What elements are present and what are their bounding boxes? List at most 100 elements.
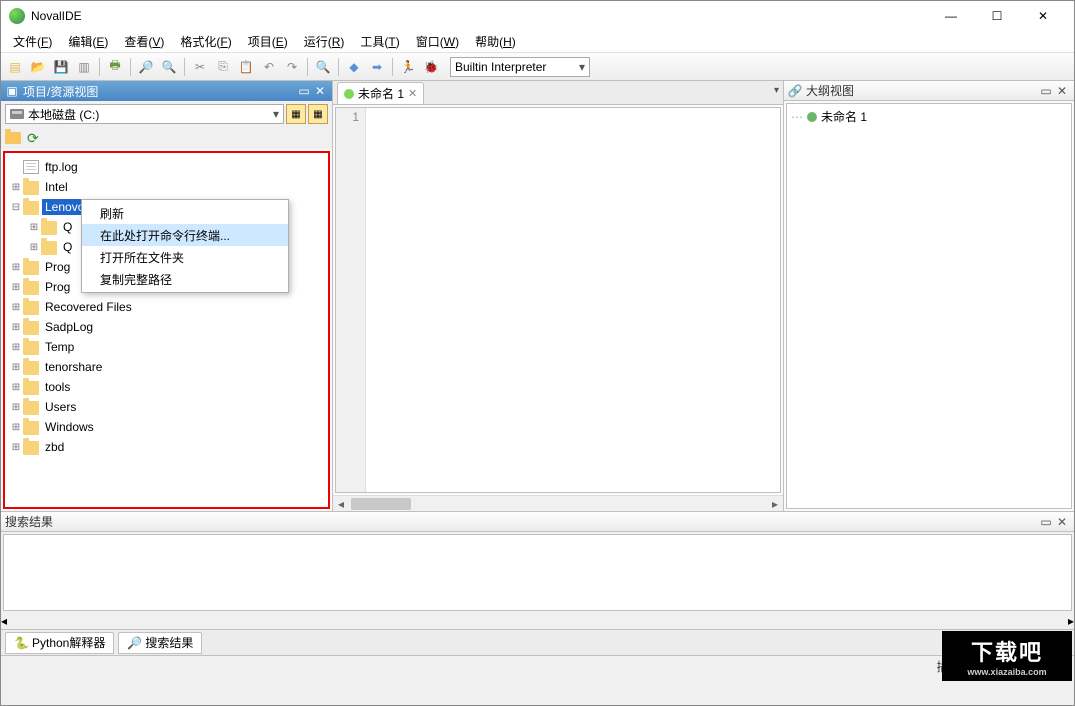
tree-item[interactable]: ⊞ tenorshare — [5, 357, 328, 377]
scroll-right-icon[interactable]: ▸ — [1068, 614, 1074, 628]
menu-窗口[interactable]: 窗口(W) — [408, 31, 467, 52]
expand-icon[interactable]: ⊞ — [9, 442, 23, 453]
bottom-tab[interactable]: 🔎搜索结果 — [118, 632, 202, 654]
expand-icon[interactable]: ⊞ — [9, 322, 23, 333]
nav-back-icon[interactable]: ◆ — [344, 57, 364, 77]
run-icon[interactable]: 🏃 — [398, 57, 418, 77]
open-file-icon[interactable]: 📂 — [28, 57, 48, 77]
expand-icon[interactable]: ⊞ — [9, 342, 23, 353]
drive-action1-button[interactable]: ▦ — [286, 104, 306, 124]
editor-hscrollbar[interactable]: ◂ ▸ — [333, 495, 783, 511]
expand-icon[interactable]: ⊞ — [27, 222, 41, 233]
tree-item-label: Prog — [42, 279, 73, 295]
tree-item[interactable]: ftp.log — [5, 157, 328, 177]
scroll-left-icon[interactable]: ◂ — [1, 614, 7, 628]
folder-icon — [23, 301, 39, 315]
outline-branch-icon: ⋯ — [791, 110, 803, 124]
find-files-icon[interactable]: 🔍 — [159, 57, 179, 77]
tab-close-icon[interactable]: ✕ — [408, 87, 417, 100]
context-menu-item[interactable]: 在此处打开命令行终端... — [82, 224, 288, 246]
menu-帮助[interactable]: 帮助(H) — [467, 31, 524, 52]
context-menu-item[interactable]: 打开所在文件夹 — [82, 246, 288, 268]
context-menu-item[interactable]: 复制完整路径 — [82, 268, 288, 290]
close-button[interactable]: ✕ — [1020, 1, 1066, 31]
context-menu-item[interactable]: 刷新 — [82, 202, 288, 224]
editor-content[interactable] — [366, 108, 780, 492]
nav-fwd-icon[interactable]: ➡ — [367, 57, 387, 77]
expand-icon[interactable]: ⊞ — [27, 242, 41, 253]
find-icon[interactable]: 🔎 — [136, 57, 156, 77]
zoom-icon[interactable]: 🔍 — [313, 57, 333, 77]
tree-item[interactable]: ⊞tools — [5, 377, 328, 397]
expand-icon[interactable]: ⊞ — [9, 422, 23, 433]
folder-icon — [23, 261, 39, 275]
tree-item[interactable]: ⊞Users — [5, 397, 328, 417]
search-hscrollbar[interactable]: ◂ ▸ — [1, 613, 1074, 629]
minimize-button[interactable]: — — [928, 1, 974, 31]
panel-minimize-icon[interactable]: ▭ — [296, 84, 312, 98]
scroll-left-icon[interactable]: ◂ — [333, 497, 349, 511]
tree-item[interactable]: ⊞Recovered Files — [5, 297, 328, 317]
menu-运行[interactable]: 运行(R) — [296, 31, 353, 52]
expand-icon[interactable]: ⊞ — [9, 382, 23, 393]
bottom-tab[interactable]: 🐍Python解释器 — [5, 632, 114, 654]
tree-item[interactable]: ⊞zbd — [5, 437, 328, 457]
save-all-icon[interactable]: ▥ — [74, 57, 94, 77]
menu-文件[interactable]: 文件(F) — [5, 31, 60, 52]
outline-item[interactable]: ⋯ 未命名 1 — [791, 108, 1067, 125]
tree-item-label: tenorshare — [42, 359, 105, 375]
outline-body[interactable]: ⋯ 未命名 1 — [786, 103, 1072, 509]
editor-tab[interactable]: 未命名 1 ✕ — [337, 82, 424, 104]
tree-item-label: Q — [60, 239, 75, 255]
tree-item-label: ftp.log — [42, 159, 81, 175]
redo-icon[interactable]: ↷ — [282, 57, 302, 77]
scroll-thumb[interactable] — [351, 498, 411, 510]
new-file-icon[interactable]: ▤ — [5, 57, 25, 77]
editor-body[interactable]: 1 — [335, 107, 781, 493]
folder-open-icon[interactable] — [5, 132, 21, 144]
search-results-panel: 搜索结果 ▭ ✕ ◂ ▸ — [1, 511, 1074, 629]
project-panel: ▣ 项目/资源视图 ▭ ✕ 本地磁盘 (C:) ▦ ▦ ⟳ ftp.log⊞In… — [1, 81, 333, 511]
menu-项目[interactable]: 项目(E) — [240, 31, 296, 52]
panel-close-icon[interactable]: ✕ — [312, 84, 328, 98]
menu-格式化[interactable]: 格式化(F) — [172, 31, 239, 52]
expand-icon[interactable]: ⊞ — [9, 182, 23, 193]
expand-icon[interactable]: ⊞ — [9, 282, 23, 293]
outline-close-icon[interactable]: ✕ — [1054, 84, 1070, 98]
folder-icon — [23, 341, 39, 355]
titlebar: NovalIDE — ☐ ✕ — [1, 1, 1074, 31]
paste-icon[interactable]: 📋 — [236, 57, 256, 77]
tree-item-label: Temp — [42, 339, 77, 355]
tree-item[interactable]: ⊞Windows — [5, 417, 328, 437]
folder-icon — [23, 401, 39, 415]
refresh-icon[interactable]: ⟳ — [27, 130, 39, 147]
expand-icon[interactable]: ⊞ — [9, 262, 23, 273]
drive-action2-button[interactable]: ▦ — [308, 104, 328, 124]
tree-item[interactable]: ⊞SadpLog — [5, 317, 328, 337]
search-minimize-icon[interactable]: ▭ — [1038, 515, 1054, 529]
tab-dropdown-icon[interactable]: ▾ — [774, 85, 779, 96]
folder-icon — [23, 181, 39, 195]
tree-item[interactable]: ⊞Intel — [5, 177, 328, 197]
search-results-body[interactable] — [3, 534, 1072, 611]
menu-工具[interactable]: 工具(T) — [352, 31, 407, 52]
copy-icon[interactable]: ⎘ — [213, 57, 233, 77]
maximize-button[interactable]: ☐ — [974, 1, 1020, 31]
debug-icon[interactable]: 🐞 — [421, 57, 441, 77]
menu-编辑[interactable]: 编辑(E) — [60, 31, 116, 52]
menu-查看[interactable]: 查看(V) — [116, 31, 172, 52]
expand-icon[interactable]: ⊟ — [9, 202, 23, 213]
outline-minimize-icon[interactable]: ▭ — [1038, 84, 1054, 98]
cut-icon[interactable]: ✂ — [190, 57, 210, 77]
scroll-right-icon[interactable]: ▸ — [767, 497, 783, 511]
interpreter-select[interactable]: Builtin Interpreter — [450, 57, 590, 77]
drive-select[interactable]: 本地磁盘 (C:) — [5, 104, 284, 124]
undo-icon[interactable]: ↶ — [259, 57, 279, 77]
expand-icon[interactable]: ⊞ — [9, 362, 23, 373]
expand-icon[interactable]: ⊞ — [9, 302, 23, 313]
save-icon[interactable]: 💾 — [51, 57, 71, 77]
tree-item[interactable]: ⊞ Temp — [5, 337, 328, 357]
expand-icon[interactable]: ⊞ — [9, 402, 23, 413]
search-close-icon[interactable]: ✕ — [1054, 515, 1070, 529]
print-icon[interactable]: 🖶 — [105, 57, 125, 77]
